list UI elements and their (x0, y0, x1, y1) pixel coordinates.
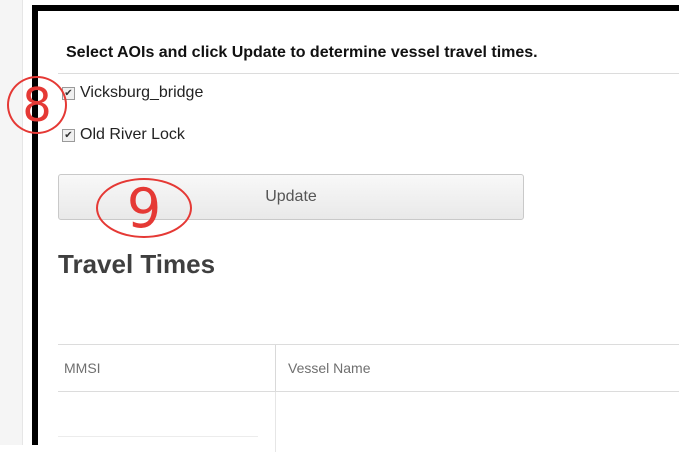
annotation-9: 9 (96, 177, 192, 240)
divider (58, 73, 679, 74)
column-header-mmsi[interactable]: MMSI (58, 345, 275, 391)
aoi-label: Old River Lock (80, 126, 185, 143)
left-sidebar-strip (0, 0, 23, 445)
table-body (58, 392, 679, 452)
aoi-item-old-river-lock[interactable]: ✔ Old River Lock (62, 124, 185, 146)
checkbox-old-river-lock[interactable]: ✔ (62, 128, 75, 142)
aoi-item-vicksburg-bridge[interactable]: ✔ Vicksburg_bridge (62, 82, 203, 104)
travel-times-heading: Travel Times (58, 249, 216, 279)
column-header-vessel-name[interactable]: Vessel Name (276, 345, 679, 391)
table-header-row: MMSI Vessel Name (58, 345, 679, 391)
instruction-text: Select AOIs and click Update to determin… (66, 44, 538, 61)
aoi-label: Vicksburg_bridge (80, 84, 204, 101)
table-row-border (58, 436, 258, 437)
annotation-8: 8 (7, 76, 67, 134)
column-separator (275, 392, 276, 452)
